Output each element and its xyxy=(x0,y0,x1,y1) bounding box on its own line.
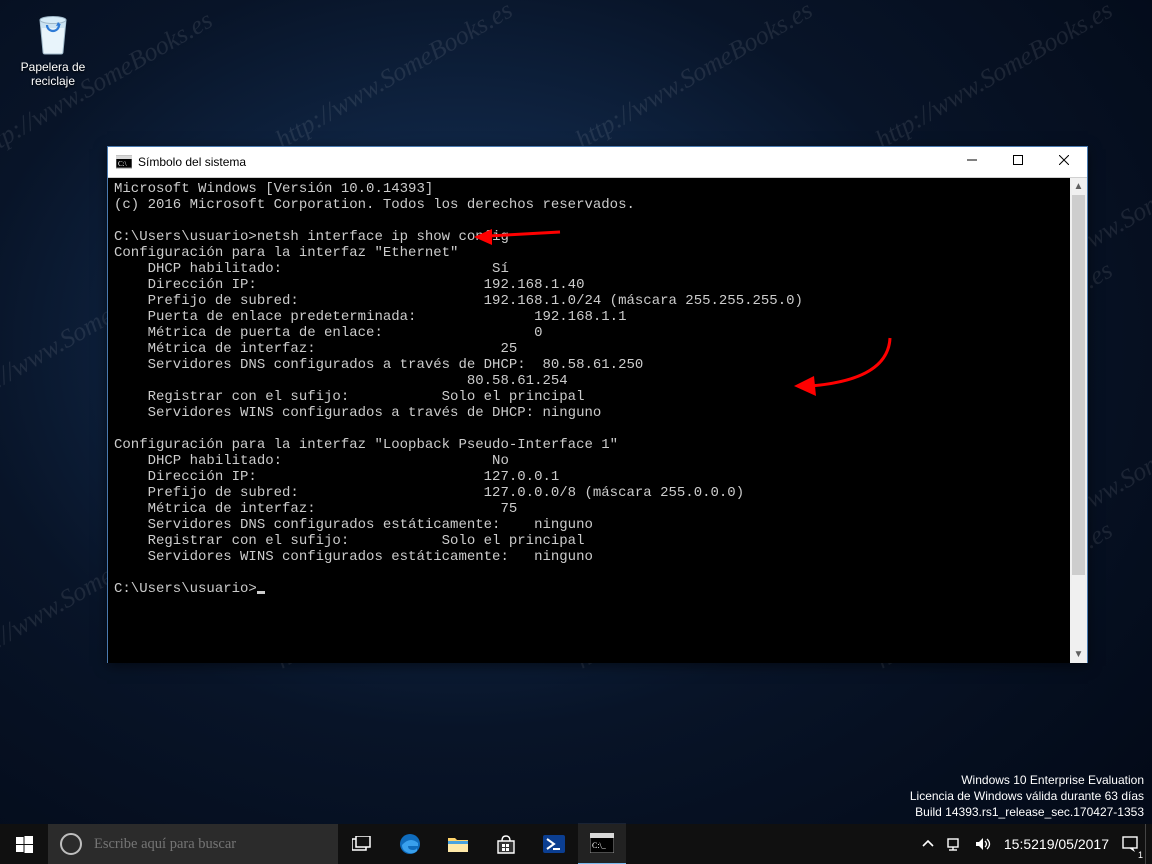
network-icon xyxy=(946,836,962,852)
start-button[interactable] xyxy=(0,824,48,864)
svg-text:C:\: C:\ xyxy=(118,160,127,168)
cmd-output: Microsoft Windows [Versión 10.0.14393] (… xyxy=(108,178,1087,600)
folder-icon xyxy=(447,835,469,853)
edge-icon xyxy=(398,832,422,856)
taskbar-app-powershell[interactable] xyxy=(530,824,578,864)
close-button[interactable] xyxy=(1041,147,1087,177)
taskbar-app-explorer[interactable] xyxy=(434,824,482,864)
license-line: Windows 10 Enterprise Evaluation xyxy=(910,772,1144,788)
tray-notifications[interactable]: 1 xyxy=(1115,824,1145,864)
scroll-thumb[interactable] xyxy=(1072,195,1085,575)
windows-logo-icon xyxy=(16,836,33,853)
tray-clock[interactable]: 15:52 19/05/2017 xyxy=(998,824,1115,864)
task-view-button[interactable] xyxy=(338,824,386,864)
recycle-bin-label: Papelera de reciclaje xyxy=(15,60,91,88)
scroll-up-icon[interactable]: ▲ xyxy=(1070,178,1087,195)
taskbar-app-store[interactable] xyxy=(482,824,530,864)
close-icon xyxy=(1059,155,1069,165)
tray-chevron-up[interactable] xyxy=(916,824,940,864)
license-overlay: Windows 10 Enterprise Evaluation Licenci… xyxy=(910,772,1144,820)
watermark: http://www.SomeBooks.es xyxy=(570,0,817,155)
tray-volume[interactable] xyxy=(968,824,998,864)
minimize-icon xyxy=(967,155,977,165)
scroll-down-icon[interactable]: ▼ xyxy=(1070,646,1087,663)
notifications-icon xyxy=(1121,835,1139,853)
system-tray[interactable]: 15:52 19/05/2017 1 xyxy=(916,824,1152,864)
cmd-window[interactable]: C:\ Símbolo del sistema Microsoft Window… xyxy=(107,146,1088,663)
desktop[interactable]: http://www.SomeBooks.es http://www.SomeB… xyxy=(0,0,1152,864)
cmd-body[interactable]: Microsoft Windows [Versión 10.0.14393] (… xyxy=(108,178,1087,663)
clock-date: 19/05/2017 xyxy=(1039,837,1109,851)
cmd-icon: C:\ xyxy=(116,154,132,170)
watermark: http://www.SomeBooks.es xyxy=(870,0,1117,155)
store-icon xyxy=(495,833,517,855)
titlebar[interactable]: C:\ Símbolo del sistema xyxy=(108,147,1087,178)
watermark: http://www.SomeBooks.es xyxy=(270,0,517,155)
notifications-badge: 1 xyxy=(1138,850,1143,860)
clock-time: 15:52 xyxy=(1004,837,1039,851)
taskbar-app-cmd[interactable]: C:\_ xyxy=(578,823,626,864)
svg-text:C:\_: C:\_ xyxy=(592,841,607,850)
taskbar-app-edge[interactable] xyxy=(386,824,434,864)
license-line: Build 14393.rs1_release_sec.170427-1353 xyxy=(910,804,1144,820)
minimize-button[interactable] xyxy=(949,147,995,177)
scrollbar[interactable]: ▲ ▼ xyxy=(1070,178,1087,663)
volume-icon xyxy=(974,836,992,852)
maximize-icon xyxy=(1013,155,1023,165)
recycle-bin[interactable]: Papelera de reciclaje xyxy=(15,8,91,88)
maximize-button[interactable] xyxy=(995,147,1041,177)
taskbar[interactable]: C:\_ 15:52 19/05/2017 1 xyxy=(0,824,1152,864)
show-desktop-button[interactable] xyxy=(1145,824,1152,864)
window-title: Símbolo del sistema xyxy=(138,155,246,169)
task-view-icon xyxy=(352,836,372,852)
cmd-taskbar-icon: C:\_ xyxy=(590,833,614,853)
search-input[interactable] xyxy=(92,835,316,854)
cortana-icon xyxy=(60,833,82,855)
search-box[interactable] xyxy=(48,824,338,864)
powershell-icon xyxy=(542,834,566,854)
chevron-up-icon xyxy=(922,838,934,850)
license-line: Licencia de Windows válida durante 63 dí… xyxy=(910,788,1144,804)
recycle-bin-icon xyxy=(32,8,74,56)
tray-network[interactable] xyxy=(940,824,968,864)
